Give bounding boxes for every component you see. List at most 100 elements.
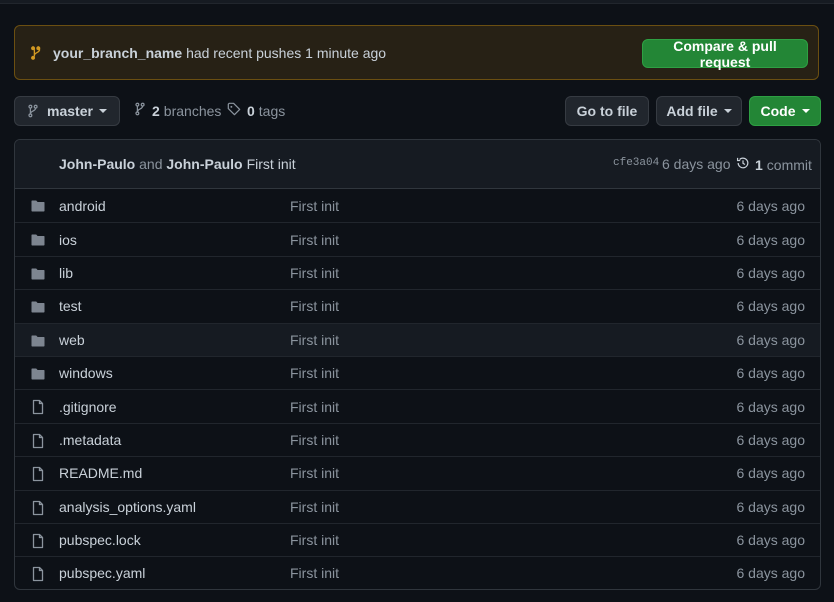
file-commit-message[interactable]: First init [290,265,339,281]
file-commit-message[interactable]: First init [290,298,339,314]
file-age: 6 days ago [736,398,806,415]
file-commit-message[interactable]: First init [290,198,339,214]
file-age: 6 days ago [736,231,806,248]
file-name[interactable]: lib [59,265,73,281]
compare-pull-request-button[interactable]: Compare & pull request [642,38,808,70]
commit-history-link[interactable]: 1 commit [736,156,812,173]
git-branch-icon [27,104,39,118]
commit-sha[interactable]: cfe3a04 [613,157,659,169]
file-name[interactable]: windows [59,365,113,381]
file-age: 6 days ago [736,498,806,515]
branch-selector-button[interactable]: master [14,96,120,126]
file-name[interactable]: analysis_options.yaml [59,499,196,515]
chevron-down-icon [98,109,107,113]
file-commit-message[interactable]: First init [290,332,339,348]
file-commit-message[interactable]: First init [290,432,339,448]
folder-icon [30,299,46,315]
file-age: 6 days ago [736,331,806,348]
file-age: 6 days ago [736,465,806,482]
folder-icon [30,333,46,349]
commit-author[interactable]: John-Paulo [59,156,135,172]
file-commit-message[interactable]: First init [290,532,339,548]
file-commit-message[interactable]: First init [290,465,339,481]
file-commit-message[interactable]: First init [290,365,339,381]
file-name[interactable]: android [59,198,106,214]
file-commit-message[interactable]: First init [290,399,339,415]
branch-name: master [47,103,93,119]
chevron-down-icon [801,109,810,113]
branches-label: branches [163,102,222,119]
file-name[interactable]: test [59,298,82,314]
file-age: 6 days ago [736,532,806,549]
file-commit-message[interactable]: First init [290,565,339,581]
banner-branch-name[interactable]: your_branch_name [53,45,182,61]
commit-count: 1 [755,156,763,173]
file-icon [30,533,46,549]
file-commit-message[interactable]: First init [290,499,339,515]
file-row[interactable]: lib First init 6 days ago [15,255,820,289]
recent-push-banner: your_branch_name had recent pushes 1 min… [14,25,819,80]
chevron-down-icon [723,109,732,113]
folder-icon [30,266,46,282]
header-divider [0,0,834,4]
tags-link[interactable]: 0 tags [227,102,285,119]
go-to-file-button[interactable]: Go to file [565,96,649,126]
file-row[interactable]: .gitignore First init 6 days ago [15,389,820,422]
tag-icon [227,102,241,119]
code-label: Code [760,103,796,119]
file-icon [30,500,46,516]
commit-and: and [139,156,163,172]
file-row[interactable]: README.md First init 6 days ago [15,456,820,489]
file-commit-message[interactable]: First init [290,232,339,248]
folder-icon [30,198,46,214]
tags-count: 0 [247,102,255,119]
folder-icon [30,232,46,248]
file-age: 6 days ago [736,431,806,448]
file-row[interactable]: ios First init 6 days ago [15,222,820,255]
file-age: 6 days ago [736,264,806,281]
file-row[interactable]: analysis_options.yaml First init 6 days ag… [15,489,820,523]
branches-count: 2 [152,102,160,119]
add-file-button[interactable]: Add file [656,96,742,126]
file-row[interactable]: windows First init 6 days ago [15,355,820,389]
file-icon [30,466,46,482]
file-age: 6 days ago [736,565,806,582]
branches-link[interactable]: 2 branches [134,102,221,119]
file-name[interactable]: pubspec.lock [59,532,141,548]
file-name[interactable]: web [59,332,85,348]
banner-message: had recent pushes 1 minute ago [186,44,387,61]
file-name[interactable]: README.md [59,465,142,481]
git-branch-icon [31,45,45,60]
code-button[interactable]: Code [749,96,821,126]
file-row[interactable]: test First init 6 days ago [15,289,820,322]
file-age: 6 days ago [736,197,806,214]
file-row[interactable]: pubspec.lock First init 6 days ago [15,522,820,556]
git-branch-icon [134,102,146,119]
file-icon [30,566,46,582]
file-name[interactable]: pubspec.yaml [59,565,145,581]
banner-text: your_branch_name had recent pushes 1 min… [53,45,386,61]
repo-page: your_branch_name had recent pushes 1 min… [0,0,834,602]
commit-age: 6 days ago [662,156,731,172]
commit-authors: John-Paulo and John-Paulo [59,156,243,172]
file-name[interactable]: ios [59,232,77,248]
commit-message[interactable]: First init [247,156,296,172]
tags-label: tags [258,102,286,119]
file-row[interactable]: android First init 6 days ago [15,189,820,222]
file-name[interactable]: .metadata [59,432,121,448]
latest-commit-bar: John-Paulo and John-Paulo First init cfe… [15,140,820,189]
commit-coauthor[interactable]: John-Paulo [166,156,242,172]
file-row[interactable]: web First init 6 days ago [15,322,820,356]
file-row[interactable]: .metadata First init 6 days ago [15,422,820,456]
folder-icon [30,366,46,382]
file-icon [30,399,46,415]
file-browser: John-Paulo and John-Paulo First init cfe… [14,139,821,590]
add-file-label: Add file [666,103,718,119]
file-age: 6 days ago [736,298,806,315]
commit-count-label: commit [766,156,812,173]
file-name[interactable]: .gitignore [59,399,117,415]
file-row[interactable]: pubspec.yaml First init 6 days ago [15,556,820,589]
history-icon [736,156,750,173]
file-list: android First init 6 days ago ios First init… [15,189,820,589]
file-icon [30,433,46,449]
